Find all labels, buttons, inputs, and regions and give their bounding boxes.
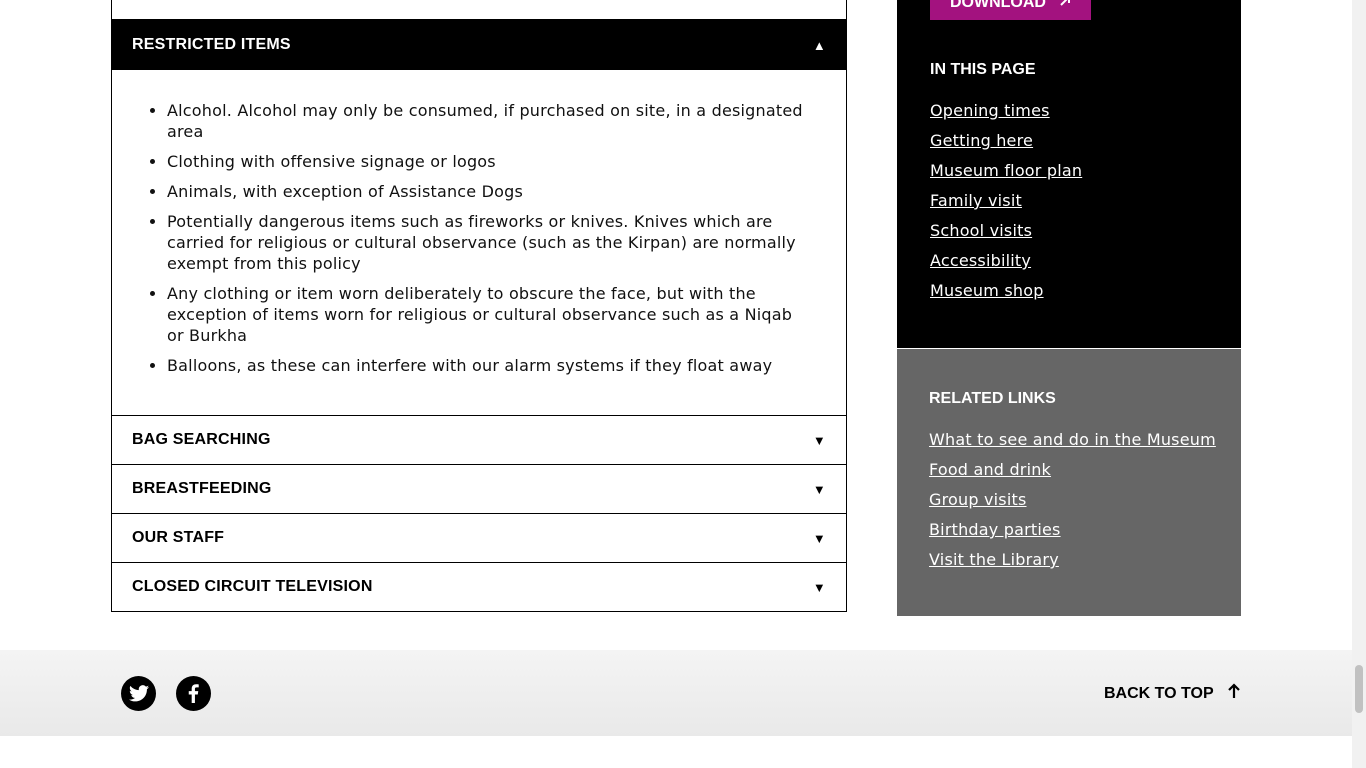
link-what-to-see[interactable]: What to see and do in the Museum: [929, 425, 1216, 455]
scrollbar-thumb[interactable]: [1355, 665, 1363, 713]
in-this-page-links: Opening times Getting here Museum floor …: [930, 96, 1082, 306]
accordion-header-our-staff[interactable]: OUR STAFF ▼: [112, 513, 846, 562]
link-accessibility[interactable]: Accessibility: [930, 246, 1082, 276]
link-food-and-drink[interactable]: Food and drink: [929, 455, 1216, 485]
chevron-down-icon: ▼: [812, 579, 826, 595]
link-school-visits[interactable]: School visits: [930, 216, 1082, 246]
arrow-up-icon: [1227, 683, 1240, 704]
related-links-list: What to see and do in the Museum Food an…: [929, 425, 1216, 575]
chevron-up-icon: ▲: [812, 37, 826, 53]
in-this-page-title: IN THIS PAGE: [930, 61, 1036, 78]
link-group-visits[interactable]: Group visits: [929, 485, 1216, 515]
accordion-body-restricted-items: Alcohol. Alcohol may only be consumed, i…: [112, 70, 846, 415]
accordion-title: BAG SEARCHING: [132, 431, 271, 448]
accordion: RESTRICTED ITEMS ▲ Alcohol. Alcohol may …: [111, 0, 847, 612]
accordion-header-cctv[interactable]: CLOSED CIRCUIT TELEVISION ▼: [112, 562, 846, 611]
accordion-header-bag-searching[interactable]: BAG SEARCHING ▼: [112, 415, 846, 464]
accordion-title: OUR STAFF: [132, 529, 225, 546]
link-visit-the-library[interactable]: Visit the Library: [929, 545, 1216, 575]
list-item: Clothing with offensive signage or logos: [167, 151, 806, 172]
accordion-header-breastfeeding[interactable]: BREASTFEEDING ▼: [112, 464, 846, 513]
page-scrollbar[interactable]: [1352, 0, 1366, 768]
restricted-items-list: Alcohol. Alcohol may only be consumed, i…: [146, 100, 806, 376]
list-item: Alcohol. Alcohol may only be consumed, i…: [167, 100, 806, 142]
facebook-icon[interactable]: [176, 676, 211, 711]
list-item: Any clothing or item worn deliberately t…: [167, 283, 806, 346]
in-this-page-panel: DOWNLOAD IN THIS PAGE Opening times Gett…: [897, 0, 1241, 348]
accordion-header-restricted-items[interactable]: RESTRICTED ITEMS ▲: [112, 20, 846, 70]
download-label: DOWNLOAD: [950, 0, 1046, 11]
list-item: Potentially dangerous items such as fire…: [167, 211, 806, 274]
accordion-title: RESTRICTED ITEMS: [132, 36, 291, 53]
download-button[interactable]: DOWNLOAD: [930, 0, 1091, 20]
link-opening-times[interactable]: Opening times: [930, 96, 1082, 126]
link-getting-here[interactable]: Getting here: [930, 126, 1082, 156]
accordion-title: CLOSED CIRCUIT TELEVISION: [132, 578, 373, 595]
accordion-previous-section: [112, 0, 846, 20]
back-to-top-label: BACK TO TOP: [1104, 684, 1214, 702]
chevron-down-icon: ▼: [812, 432, 826, 448]
chevron-down-icon: ▼: [812, 481, 826, 497]
arrow-up-right-icon: [1058, 0, 1072, 13]
link-museum-shop[interactable]: Museum shop: [930, 276, 1082, 306]
related-links-title: RELATED LINKS: [929, 390, 1056, 407]
list-item: Animals, with exception of Assistance Do…: [167, 181, 806, 202]
link-museum-floor-plan[interactable]: Museum floor plan: [930, 156, 1082, 186]
link-family-visit[interactable]: Family visit: [930, 186, 1082, 216]
related-links-panel: RELATED LINKS What to see and do in the …: [897, 349, 1241, 616]
back-to-top-button[interactable]: BACK TO TOP: [1104, 683, 1240, 704]
twitter-icon[interactable]: [121, 676, 156, 711]
footer: BACK TO TOP: [0, 650, 1352, 736]
link-birthday-parties[interactable]: Birthday parties: [929, 515, 1216, 545]
accordion-title: BREASTFEEDING: [132, 480, 272, 497]
chevron-down-icon: ▼: [812, 530, 826, 546]
list-item: Balloons, as these can interfere with ou…: [167, 355, 806, 376]
